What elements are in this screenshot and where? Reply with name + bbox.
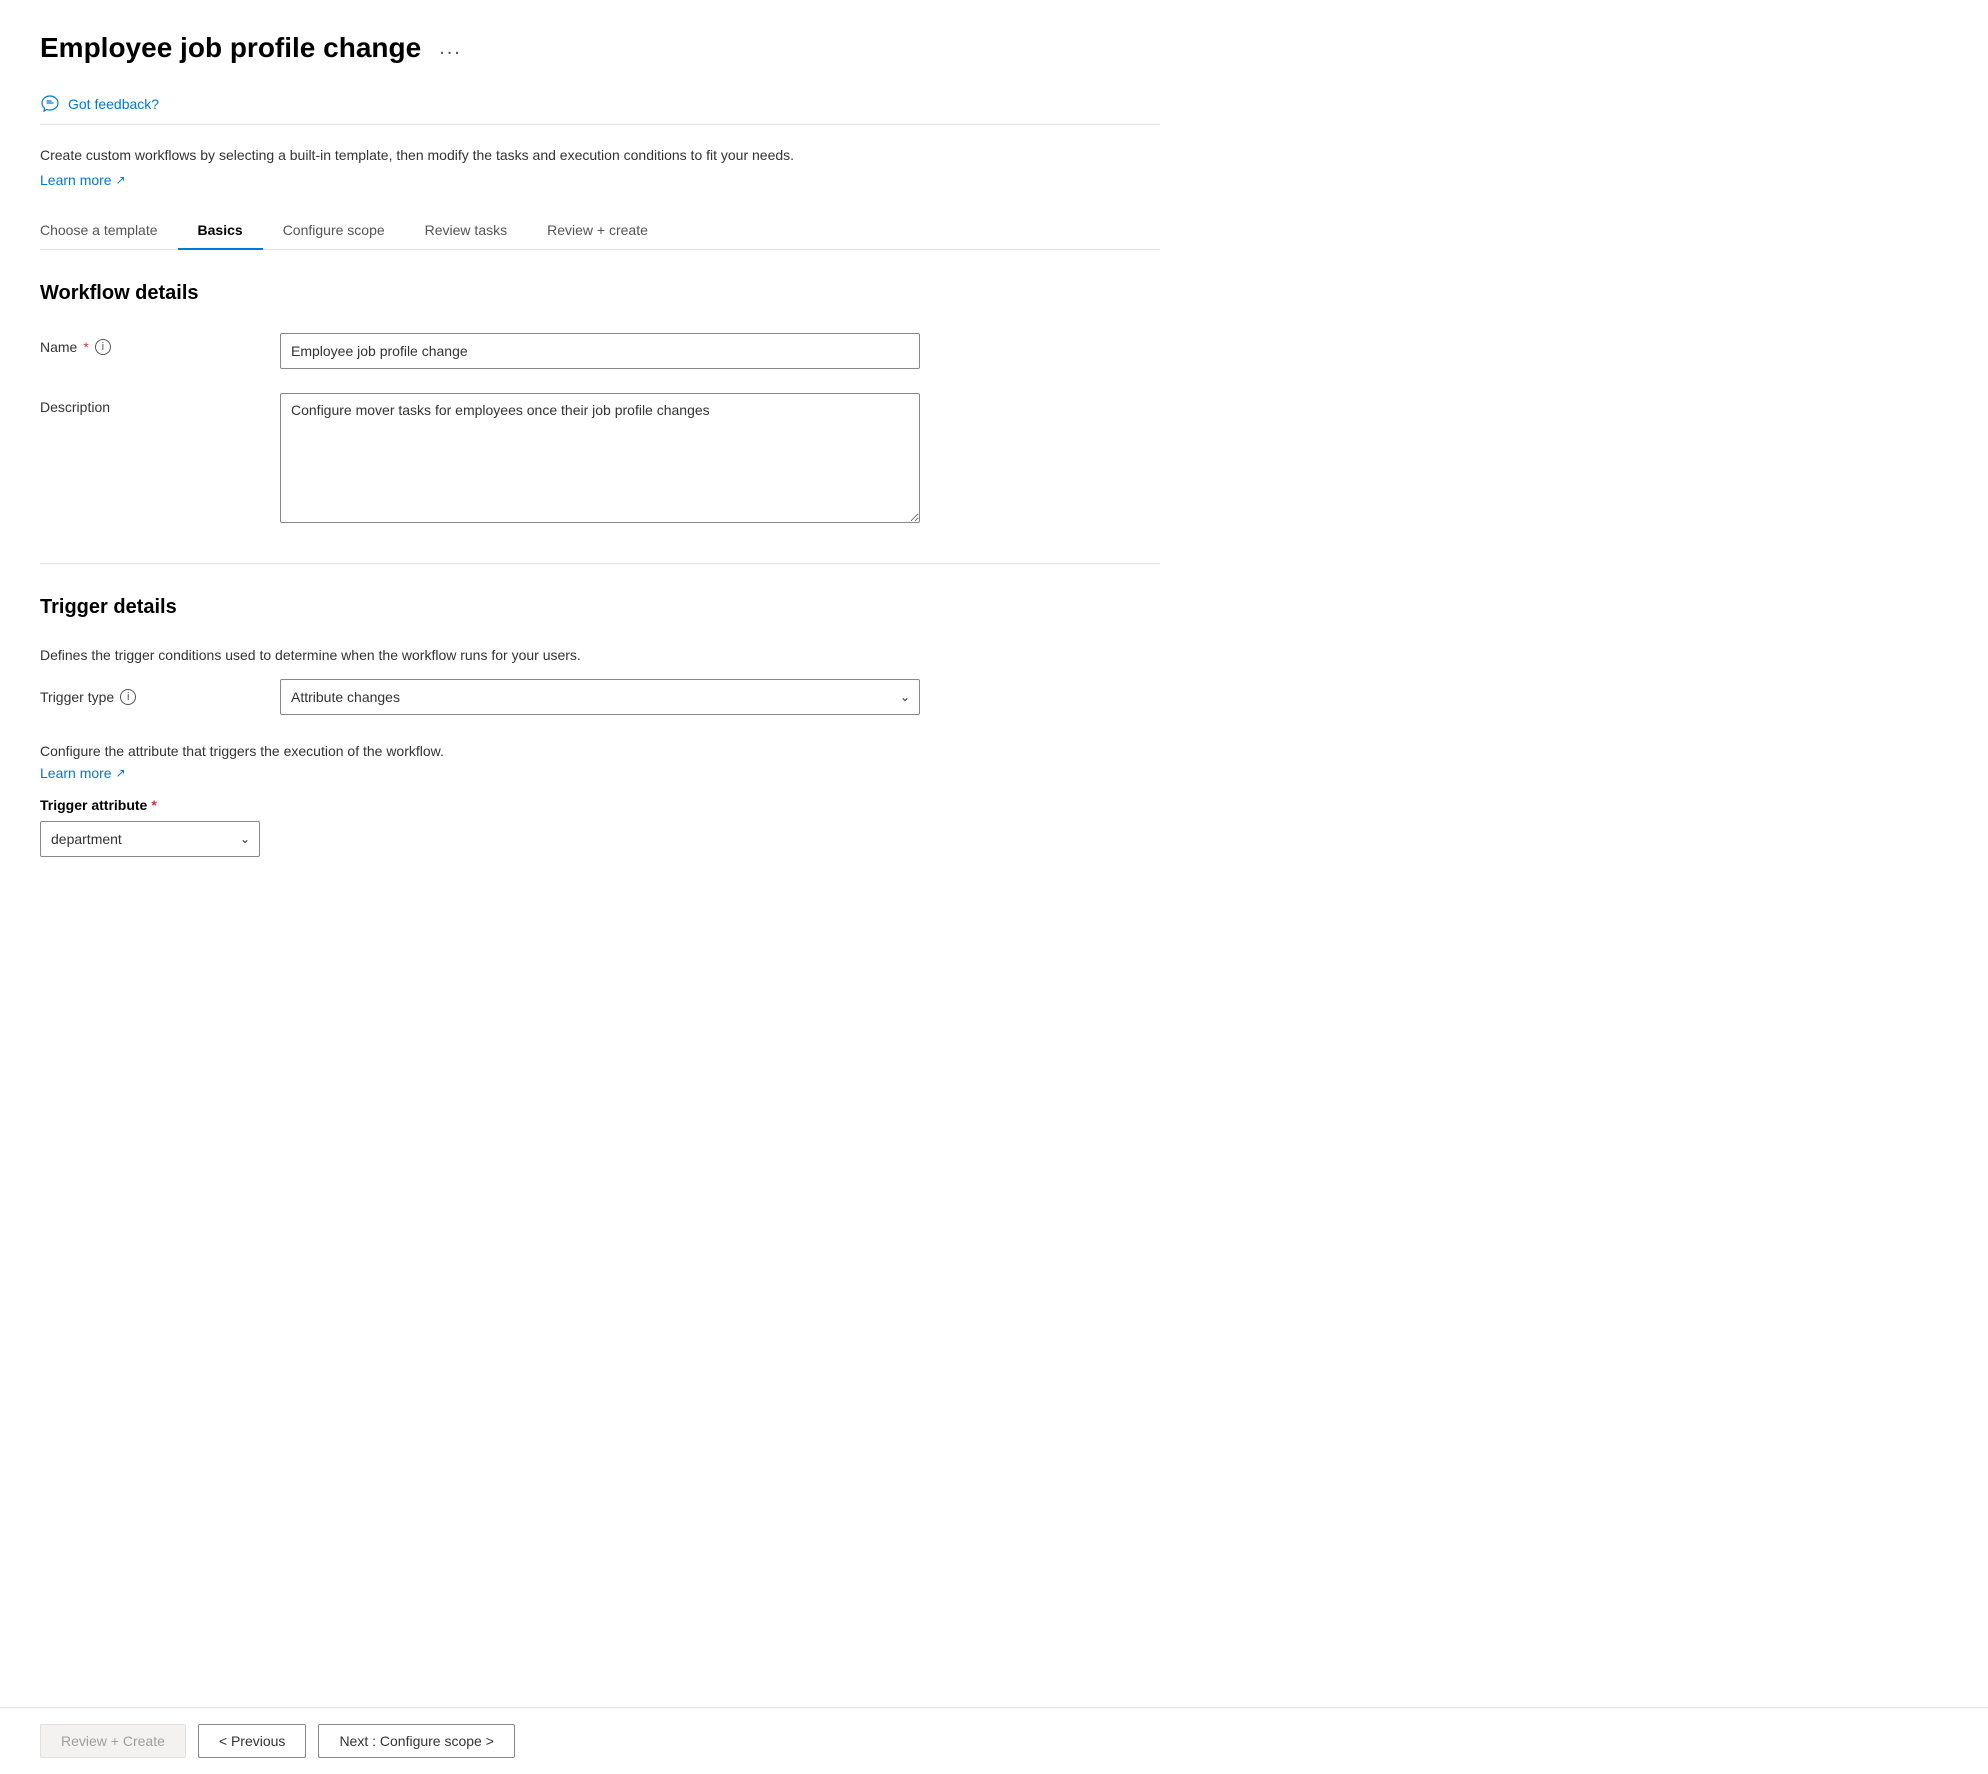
attr-external-link-icon: ↗ bbox=[116, 766, 126, 780]
trigger-type-info-icon[interactable]: i bbox=[120, 689, 136, 705]
tab-review-create[interactable]: Review + create bbox=[527, 212, 668, 250]
tab-choose-template[interactable]: Choose a template bbox=[40, 212, 178, 250]
trigger-type-select-wrapper: Attribute changes User created User dele… bbox=[280, 679, 920, 715]
intro-text: Create custom workflows by selecting a b… bbox=[40, 145, 1160, 166]
tab-review-tasks[interactable]: Review tasks bbox=[405, 212, 527, 250]
review-create-button: Review + Create bbox=[40, 1724, 186, 1758]
next-button[interactable]: Next : Configure scope > bbox=[318, 1724, 514, 1758]
trigger-attribute-select-wrapper: department jobTitle manager officeLocati… bbox=[40, 821, 260, 857]
name-input[interactable] bbox=[280, 333, 920, 369]
description-label: Description bbox=[40, 393, 260, 415]
ellipsis-menu-button[interactable]: ... bbox=[433, 35, 468, 62]
name-row: Name * i bbox=[40, 333, 1160, 369]
trigger-attr-section: Configure the attribute that triggers th… bbox=[40, 743, 1160, 857]
workflow-details-title: Workflow details bbox=[40, 282, 1160, 305]
trigger-details-title: Trigger details bbox=[40, 596, 1160, 619]
bottom-bar: Review + Create < Previous Next : Config… bbox=[0, 1707, 1988, 1774]
trigger-type-label: Trigger type i bbox=[40, 689, 260, 705]
description-row: Description Configure mover tasks for em… bbox=[40, 393, 1160, 523]
trigger-attribute-label: Trigger attribute * bbox=[40, 797, 1160, 813]
page-title: Employee job profile change bbox=[40, 32, 421, 64]
trigger-type-row: Trigger type i Attribute changes User cr… bbox=[40, 679, 1160, 715]
tab-basics[interactable]: Basics bbox=[178, 212, 263, 250]
section-divider bbox=[40, 563, 1160, 564]
name-required: * bbox=[83, 339, 88, 355]
trigger-attr-required: * bbox=[151, 797, 156, 813]
feedback-bar[interactable]: Got feedback? bbox=[40, 84, 1160, 125]
previous-button[interactable]: < Previous bbox=[198, 1724, 307, 1758]
name-info-icon[interactable]: i bbox=[95, 339, 111, 355]
external-link-icon: ↗ bbox=[116, 173, 126, 187]
learn-more-top-link[interactable]: Learn more ↗ bbox=[40, 172, 126, 188]
feedback-icon bbox=[40, 94, 60, 114]
description-textarea[interactable]: Configure mover tasks for employees once… bbox=[280, 393, 920, 523]
trigger-attribute-select[interactable]: department jobTitle manager officeLocati… bbox=[40, 821, 260, 857]
trigger-description: Defines the trigger conditions used to d… bbox=[40, 647, 1160, 663]
feedback-label: Got feedback? bbox=[68, 96, 159, 112]
tab-configure-scope[interactable]: Configure scope bbox=[263, 212, 405, 250]
tabs-nav: Choose a template Basics Configure scope… bbox=[40, 212, 1160, 250]
trigger-type-select[interactable]: Attribute changes User created User dele… bbox=[280, 679, 920, 715]
name-label: Name * i bbox=[40, 333, 260, 355]
trigger-attr-desc: Configure the attribute that triggers th… bbox=[40, 743, 1160, 759]
learn-more-attr-link[interactable]: Learn more ↗ bbox=[40, 765, 126, 781]
